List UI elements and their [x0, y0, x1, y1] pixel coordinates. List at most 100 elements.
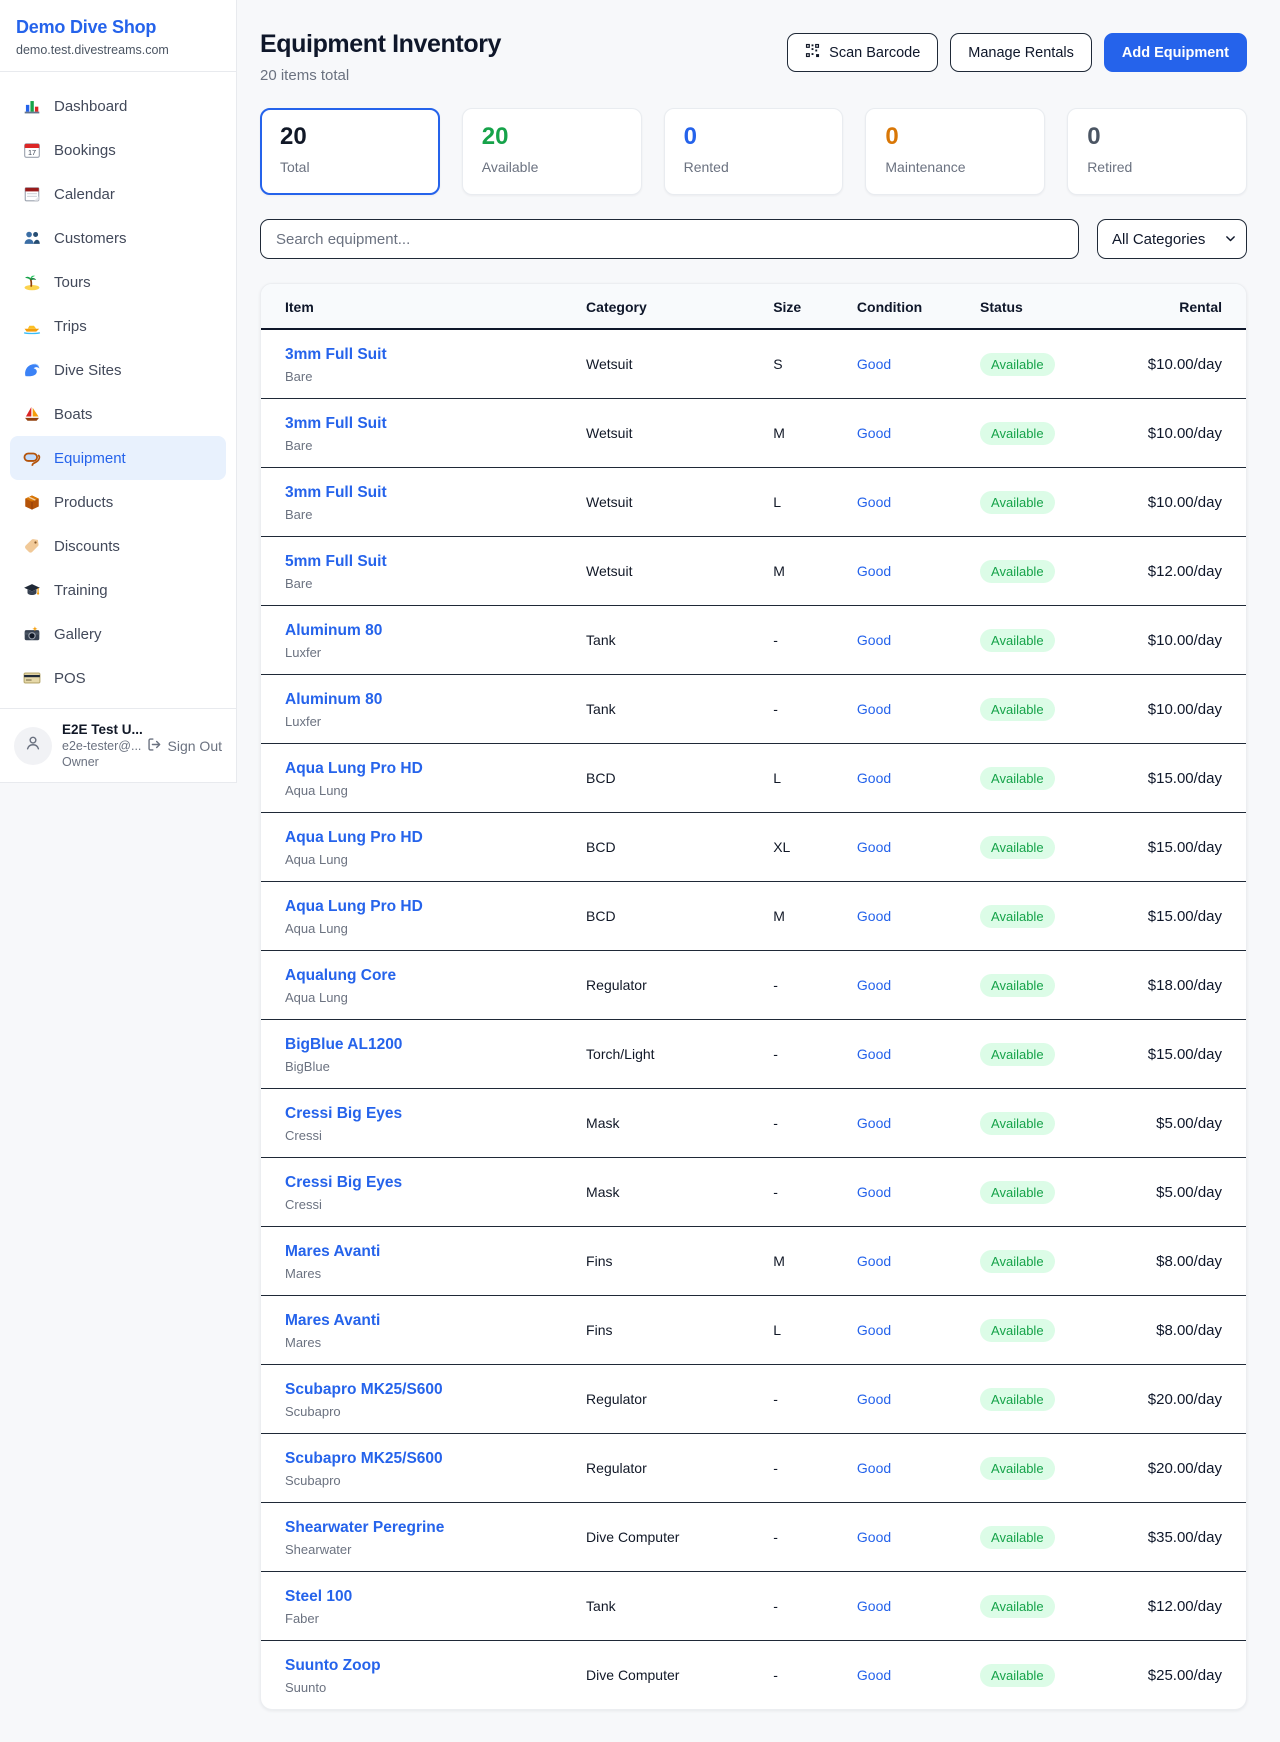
item-name-link[interactable]: Steel 100 [285, 1586, 586, 1607]
item-condition-link[interactable]: Good [857, 356, 891, 372]
item-size: - [773, 1503, 857, 1572]
manage-rentals-button[interactable]: Manage Rentals [950, 33, 1092, 72]
item-category: Tank [586, 606, 773, 675]
status-badge: Available [980, 1181, 1055, 1204]
item-name-link[interactable]: Scubapro MK25/S600 [285, 1448, 586, 1469]
item-name-link[interactable]: Aqua Lung Pro HD [285, 758, 586, 779]
sidebar-item-boats[interactable]: Boats [10, 392, 226, 436]
item-condition-link[interactable]: Good [857, 1391, 891, 1407]
stat-card-maintenance[interactable]: 0 Maintenance [865, 108, 1045, 195]
dive-mask-icon [23, 449, 41, 467]
item-name-link[interactable]: 3mm Full Suit [285, 482, 586, 503]
item-name-link[interactable]: Mares Avanti [285, 1310, 586, 1331]
header-actions: Scan Barcode Manage Rentals Add Equipmen… [787, 33, 1247, 72]
search-input[interactable] [260, 219, 1079, 259]
item-name-link[interactable]: BigBlue AL1200 [285, 1034, 586, 1055]
item-condition-link[interactable]: Good [857, 425, 891, 441]
item-condition-link[interactable]: Good [857, 977, 891, 993]
status-badge: Available [980, 491, 1055, 514]
brand-name[interactable]: Demo Dive Shop [16, 17, 220, 38]
sidebar-item-calendar[interactable]: Calendar [10, 172, 226, 216]
item-condition-link[interactable]: Good [857, 701, 891, 717]
item-category: Mask [586, 1158, 773, 1227]
sidebar-item-gallery[interactable]: Gallery [10, 612, 226, 656]
item-brand: Shearwater [285, 1542, 586, 1557]
sidebar-item-dive-sites[interactable]: Dive Sites [10, 348, 226, 392]
status-badge: Available [980, 629, 1055, 652]
item-rental-rate: $15.00/day [1138, 813, 1246, 882]
column-header-status: Status [980, 284, 1138, 329]
item-condition-link[interactable]: Good [857, 839, 891, 855]
sign-out-icon [147, 737, 162, 755]
item-name-link[interactable]: Aqualung Core [285, 965, 586, 986]
item-condition-link[interactable]: Good [857, 1115, 891, 1131]
item-name-link[interactable]: Shearwater Peregrine [285, 1517, 586, 1538]
sign-out-button[interactable]: Sign Out [147, 737, 222, 755]
item-brand: Scubapro [285, 1404, 586, 1419]
scan-barcode-label: Scan Barcode [829, 45, 920, 61]
sidebar-item-label: Equipment [54, 450, 126, 467]
stat-card-rented[interactable]: 0 Rented [664, 108, 844, 195]
calendar-date-icon: 17 [23, 141, 41, 159]
item-condition-link[interactable]: Good [857, 1184, 891, 1200]
status-badge: Available [980, 1526, 1055, 1549]
sidebar-nav: Dashboard 17 Bookings Calendar Customers… [0, 72, 236, 708]
scan-barcode-button[interactable]: Scan Barcode [787, 33, 938, 72]
item-name-link[interactable]: Aluminum 80 [285, 620, 586, 641]
stat-card-total[interactable]: 20 Total [260, 108, 440, 195]
item-condition-link[interactable]: Good [857, 1529, 891, 1545]
add-equipment-button[interactable]: Add Equipment [1104, 33, 1247, 72]
item-condition-link[interactable]: Good [857, 632, 891, 648]
sidebar-item-dashboard[interactable]: Dashboard [10, 84, 226, 128]
sidebar-item-pos[interactable]: POS [10, 656, 226, 700]
item-name-link[interactable]: 3mm Full Suit [285, 344, 586, 365]
item-size: - [773, 606, 857, 675]
sidebar-item-tours[interactable]: Tours [10, 260, 226, 304]
item-condition-link[interactable]: Good [857, 1322, 891, 1338]
item-size: L [773, 1296, 857, 1365]
item-name-link[interactable]: Suunto Zoop [285, 1655, 586, 1676]
item-name-link[interactable]: Scubapro MK25/S600 [285, 1379, 586, 1400]
status-badge: Available [980, 1319, 1055, 1342]
sidebar: Demo Dive Shop demo.test.divestreams.com… [0, 0, 237, 783]
bar-chart-icon [23, 97, 41, 115]
item-condition-link[interactable]: Good [857, 1046, 891, 1062]
table-row: Scubapro MK25/S600 Scubapro Regulator - … [261, 1365, 1246, 1434]
table-row: Aluminum 80 Luxfer Tank - Good Available… [261, 606, 1246, 675]
sidebar-item-discounts[interactable]: Discounts [10, 524, 226, 568]
brand-domain: demo.test.divestreams.com [16, 43, 220, 57]
item-size: - [773, 675, 857, 744]
sidebar-item-equipment[interactable]: Equipment [10, 436, 226, 480]
sidebar-item-training[interactable]: Training [10, 568, 226, 612]
item-brand: Luxfer [285, 714, 586, 729]
item-name-link[interactable]: 3mm Full Suit [285, 413, 586, 434]
sidebar-item-customers[interactable]: Customers [10, 216, 226, 260]
item-name-link[interactable]: Cressi Big Eyes [285, 1172, 586, 1193]
item-condition-link[interactable]: Good [857, 494, 891, 510]
stat-card-retired[interactable]: 0 Retired [1067, 108, 1247, 195]
item-rental-rate: $15.00/day [1138, 744, 1246, 813]
item-rental-rate: $25.00/day [1138, 1641, 1246, 1710]
item-condition-link[interactable]: Good [857, 770, 891, 786]
category-select[interactable]: All Categories [1097, 219, 1247, 259]
table-head: Item Category Size Condition Status Rent… [261, 284, 1246, 329]
item-name-link[interactable]: 5mm Full Suit [285, 551, 586, 572]
item-condition-link[interactable]: Good [857, 563, 891, 579]
item-condition-link[interactable]: Good [857, 1253, 891, 1269]
sidebar-item-bookings[interactable]: 17 Bookings [10, 128, 226, 172]
item-name-link[interactable]: Aqua Lung Pro HD [285, 896, 586, 917]
status-badge: Available [980, 974, 1055, 997]
item-name-link[interactable]: Cressi Big Eyes [285, 1103, 586, 1124]
item-condition-link[interactable]: Good [857, 1460, 891, 1476]
sidebar-item-trips[interactable]: Trips [10, 304, 226, 348]
item-name-link[interactable]: Mares Avanti [285, 1241, 586, 1262]
item-condition-link[interactable]: Good [857, 1598, 891, 1614]
sidebar-item-products[interactable]: Products [10, 480, 226, 524]
item-name-link[interactable]: Aluminum 80 [285, 689, 586, 710]
item-condition-link[interactable]: Good [857, 908, 891, 924]
item-category: Tank [586, 675, 773, 744]
item-name-link[interactable]: Aqua Lung Pro HD [285, 827, 586, 848]
item-condition-link[interactable]: Good [857, 1667, 891, 1683]
stat-card-available[interactable]: 20 Available [462, 108, 642, 195]
user-meta: E2E Test U... e2e-tester@... Owner [62, 722, 137, 769]
